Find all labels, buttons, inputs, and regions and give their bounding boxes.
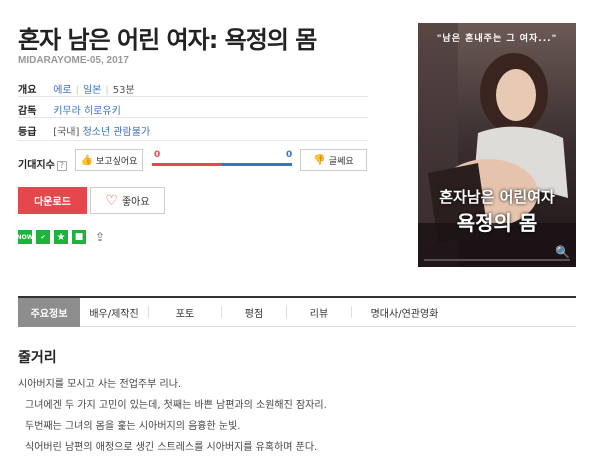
meh-count: 0 xyxy=(286,150,293,160)
like-label: 좋아요 xyxy=(121,197,150,208)
want-to-see-label: 보고싶어요 xyxy=(96,156,138,167)
info-divider xyxy=(18,117,368,118)
share-icon[interactable]: ⇪ xyxy=(95,230,105,244)
tab-cast-crew[interactable]: 배우/제작진 xyxy=(80,305,148,320)
movie-subtitle: MIDARAYOME-05, 2017 xyxy=(18,55,129,66)
poster-title-line2: 욕정의 몸 xyxy=(456,211,538,235)
info-divider xyxy=(18,96,368,97)
tab-ratings[interactable]: 평점 xyxy=(222,305,286,320)
want-to-see-button[interactable]: 👍 보고싶어요 xyxy=(75,149,143,171)
square-icon[interactable]: ■ xyxy=(72,230,86,244)
icon-strip: NOW ✔ ★ ■ ⇪ xyxy=(17,230,105,244)
genre-link[interactable]: 에로 xyxy=(53,85,71,96)
info-divider xyxy=(18,140,368,141)
rating-link[interactable]: 청소년 관람불가 xyxy=(83,127,151,138)
star-icon[interactable]: ★ xyxy=(54,230,68,244)
director-link[interactable]: 키무라 히로유키 xyxy=(53,106,121,117)
runtime: 53분 xyxy=(112,85,135,96)
expect-label: 기대지수? xyxy=(18,156,67,171)
expect-label-text: 기대지수 xyxy=(18,160,55,171)
synopsis-text: 시아버지를 모시고 사는 전업주부 리나. 그녀에겐 두 가지 고민이 있는데,… xyxy=(18,374,578,458)
info-rating-row: 등급 [국내] 청소년 관람불가 xyxy=(18,123,150,138)
synopsis-line: 두번째는 그녀의 몸을 훑는 시아버지의 음흉한 눈빛. xyxy=(25,421,241,432)
tab-photos[interactable]: 포토 xyxy=(149,305,221,320)
rating-label: 등급 xyxy=(18,127,37,138)
expect-bar xyxy=(152,163,292,166)
thumbs-up-icon: 👍 xyxy=(80,154,94,166)
movie-title: 혼자 남은 어린 여자: 욕정의 몸 xyxy=(18,26,317,54)
info-genre-row: 개요 에로 | 일본 | 53분 xyxy=(18,81,135,96)
heart-icon: ♡ xyxy=(105,192,118,209)
not-sure-button[interactable]: 👎 글쎄요 xyxy=(300,149,367,171)
like-button[interactable]: ♡ 좋아요 xyxy=(90,187,165,214)
help-icon[interactable]: ? xyxy=(56,161,67,171)
now-icon[interactable]: NOW xyxy=(17,230,33,244)
tab-main-info[interactable]: 주요정보 xyxy=(18,297,80,327)
synopsis-heading: 줄거리 xyxy=(18,350,57,366)
poster-credits xyxy=(424,259,570,261)
want-count: 0 xyxy=(154,150,161,160)
synopsis-line: 식어버린 남편의 애정으로 생긴 스트레스를 시아버지를 유혹하며 푼다. xyxy=(25,442,318,453)
magnify-icon[interactable]: 🔍 xyxy=(555,245,570,259)
expect-bar-want xyxy=(152,163,222,166)
synopsis-line: 시아버지를 모시고 사는 전업주부 리나. xyxy=(18,379,182,390)
synopsis-line: 그녀에겐 두 가지 고민이 있는데, 첫째는 바쁜 남편과의 소원해진 잠자리. xyxy=(25,400,327,411)
info-director-row: 감독 키무라 히로유키 xyxy=(18,102,121,117)
tab-bar: 주요정보 배우/제작진 포토 평점 리뷰 명대사/연관영화 xyxy=(18,296,576,327)
rating-prefix: [국내] xyxy=(53,127,80,138)
tab-reviews[interactable]: 리뷰 xyxy=(287,305,351,320)
poster-image[interactable]: "남은 혼내주는 그 여자..." 혼자남은 어린여자 욕정의 몸 🔍 xyxy=(418,23,576,267)
genre-label: 개요 xyxy=(18,85,37,96)
check-icon[interactable]: ✔ xyxy=(36,230,50,244)
download-button[interactable]: 다운로드 xyxy=(18,187,87,214)
thumbs-down-icon: 👎 xyxy=(313,154,326,166)
not-sure-label: 글쎄요 xyxy=(328,156,354,167)
tab-quotes-related[interactable]: 명대사/연관영화 xyxy=(352,305,457,320)
poster-tagline: "남은 혼내주는 그 여자..." xyxy=(436,34,558,44)
country-link[interactable]: 일본 xyxy=(83,85,101,96)
poster-title-line1: 혼자남은 어린여자 xyxy=(439,188,555,206)
director-label: 감독 xyxy=(18,106,37,117)
expect-bar-meh xyxy=(222,163,292,166)
